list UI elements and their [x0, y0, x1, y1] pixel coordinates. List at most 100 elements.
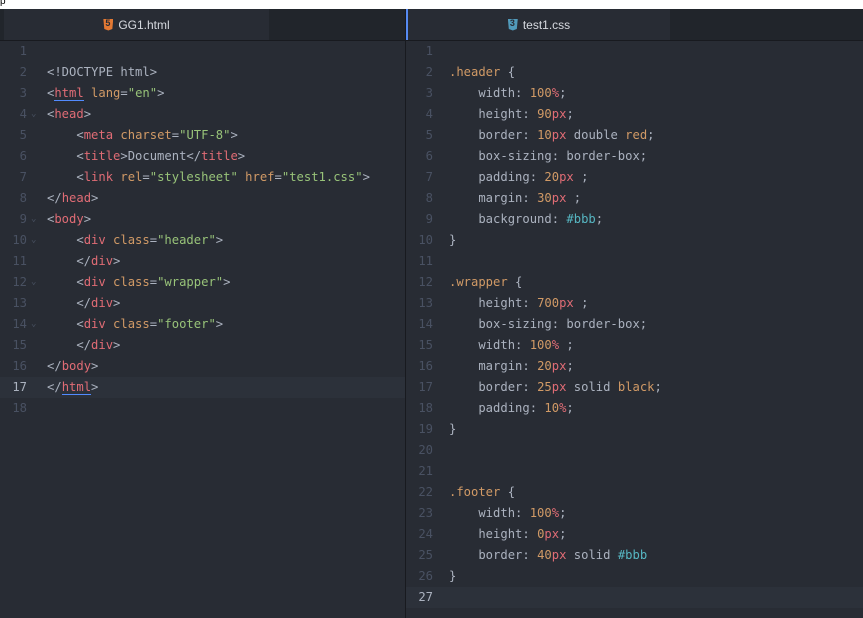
css-line[interactable]: 10}	[406, 230, 863, 251]
html-line[interactable]: 12 ⌄ <div class="wrapper">	[0, 272, 405, 293]
html-code-editor[interactable]: 1 2 <!DOCTYPE html> 3 <html lang="en"> 4 ⌄ <hea…	[0, 41, 405, 618]
fold-chevron-icon[interactable]: ⌄	[31, 272, 36, 293]
css-line[interactable]: 21	[406, 461, 863, 482]
html-line[interactable]: 15 </div>	[0, 335, 405, 356]
html-line[interactable]: 11 </div>	[0, 251, 405, 272]
code-token: </	[47, 254, 92, 268]
code-token: >	[91, 380, 99, 394]
css-line[interactable]: 8 margin: 30px ;	[406, 188, 863, 209]
css-line[interactable]: 17 border: 25px solid black;	[406, 377, 863, 398]
code-text: height: 0px;	[449, 524, 566, 545]
line-number: 24	[418, 527, 433, 541]
tab-gg1-html[interactable]: GG1.html	[4, 9, 269, 40]
code-text: margin: 20px;	[449, 356, 573, 377]
line-number: 4	[425, 107, 433, 121]
css-line[interactable]: 19}	[406, 419, 863, 440]
css-line[interactable]: 3 width: 100%;	[406, 83, 863, 104]
html-line[interactable]: 3 <html lang="en">	[0, 83, 405, 104]
code-token: ;	[559, 506, 567, 520]
code-token: >Document</	[120, 149, 202, 163]
fold-chevron-icon[interactable]: ⌄	[31, 209, 36, 230]
css-line[interactable]: 12 .wrapper {	[406, 272, 863, 293]
line-number: 17	[12, 380, 27, 394]
css-line[interactable]: 1	[406, 41, 863, 62]
html-line[interactable]: 2 <!DOCTYPE html>	[0, 62, 405, 83]
css-line[interactable]: 4 height: 90px;	[406, 104, 863, 125]
code-token: >	[215, 233, 224, 247]
fold-chevron-icon[interactable]: ⌄	[31, 104, 36, 125]
html-line[interactable]: 7 <link rel="stylesheet" href="test1.css…	[0, 167, 405, 188]
html-line[interactable]: 6 <title>Document</title>	[0, 146, 405, 167]
line-number: 10	[12, 233, 27, 247]
html-line[interactable]: 5 <meta charset="UTF-8">	[0, 125, 405, 146]
html-line[interactable]: 13 </div>	[0, 293, 405, 314]
line-number: 18	[12, 401, 27, 415]
code-token: margin:	[449, 359, 538, 373]
css-line[interactable]: 6 box-sizing: border-box;	[406, 146, 863, 167]
fold-chevron-icon[interactable]: ⌄	[31, 230, 36, 251]
code-token: div	[83, 233, 106, 247]
line-number: 21	[418, 464, 433, 478]
css-line[interactable]: 9 background: #bbb;	[406, 209, 863, 230]
html-line[interactable]: 14 ⌄ <div class="footer">	[0, 314, 405, 335]
css-line[interactable]: 2 .header {	[406, 62, 863, 83]
fold-chevron-icon[interactable]: ⌄	[31, 314, 36, 335]
code-token: =	[274, 170, 282, 184]
html-line[interactable]: 16 </body>	[0, 356, 405, 377]
line-number: 13	[12, 296, 27, 310]
code-token: <!DOCTYPE html>	[47, 65, 158, 79]
css-line[interactable]: 24 height: 0px;	[406, 524, 863, 545]
html-line[interactable]: 4 ⌄ <head>	[0, 104, 405, 125]
code-token: }	[449, 422, 457, 436]
html-line[interactable]: 1	[0, 41, 405, 62]
code-token: div	[83, 317, 106, 331]
css-line[interactable]: 16 margin: 20px;	[406, 356, 863, 377]
code-token: <	[47, 317, 84, 331]
css-line[interactable]: 26}	[406, 566, 863, 587]
code-token: "en"	[127, 86, 158, 100]
html-editor-pane[interactable]: GG1.html 12<!DOCTYPE html>3<html lang="e…	[0, 9, 406, 618]
line-number: 20	[418, 443, 433, 457]
line-number: 5	[19, 128, 27, 142]
code-token: double	[566, 128, 626, 142]
css-code-editor[interactable]: 1 2 .header {3 width: 100%; 4 height: 90px;…	[406, 41, 863, 618]
css-line[interactable]: 25 border: 40px solid #bbb	[406, 545, 863, 566]
window-top-strip-text: p	[0, 0, 6, 7]
css-line[interactable]: 15 width: 100% ;	[406, 335, 863, 356]
code-text: <link rel="stylesheet" href="test1.css">	[47, 167, 370, 188]
tab-test1-css[interactable]: test1.css	[406, 9, 670, 40]
css-line[interactable]: 14 box-sizing: border-box;	[406, 314, 863, 335]
code-token: div	[91, 296, 114, 310]
css-editor-pane[interactable]: test1.css 12.header {3 width: 100%;4 hei…	[406, 9, 863, 618]
html-line[interactable]: 18	[0, 398, 405, 419]
code-token: width:	[449, 338, 530, 352]
html-line[interactable]: 9 ⌄ <body>	[0, 209, 405, 230]
css-line[interactable]: 20	[406, 440, 863, 461]
line-number: 22	[418, 485, 433, 499]
code-token: >	[113, 296, 121, 310]
code-token: body	[54, 212, 84, 226]
code-token: >	[362, 170, 370, 184]
code-text: width: 100%;	[449, 83, 566, 104]
html-line[interactable]: 10 ⌄ <div class="header">	[0, 230, 405, 251]
html-line[interactable]: 8 </head>	[0, 188, 405, 209]
css-line[interactable]: 18 padding: 10%;	[406, 398, 863, 419]
window-top-strip: p	[0, 0, 863, 9]
line-number: 5	[425, 128, 433, 142]
css-line[interactable]: 7 padding: 20px ;	[406, 167, 863, 188]
css-line[interactable]: 27	[406, 587, 863, 608]
code-token: {	[507, 275, 523, 289]
css-line[interactable]: 23 width: 100%;	[406, 503, 863, 524]
code-text: .header {	[449, 62, 515, 83]
line-number: 9	[425, 212, 433, 226]
css-line[interactable]: 11	[406, 251, 863, 272]
line-number: 11	[418, 254, 433, 268]
css-line[interactable]: 5 border: 10px double red;	[406, 125, 863, 146]
css-line[interactable]: 13 height: 700px ;	[406, 293, 863, 314]
code-token: height:	[449, 527, 538, 541]
css-line[interactable]: 22 .footer {	[406, 482, 863, 503]
html-line[interactable]: 17 </html>	[0, 377, 405, 398]
